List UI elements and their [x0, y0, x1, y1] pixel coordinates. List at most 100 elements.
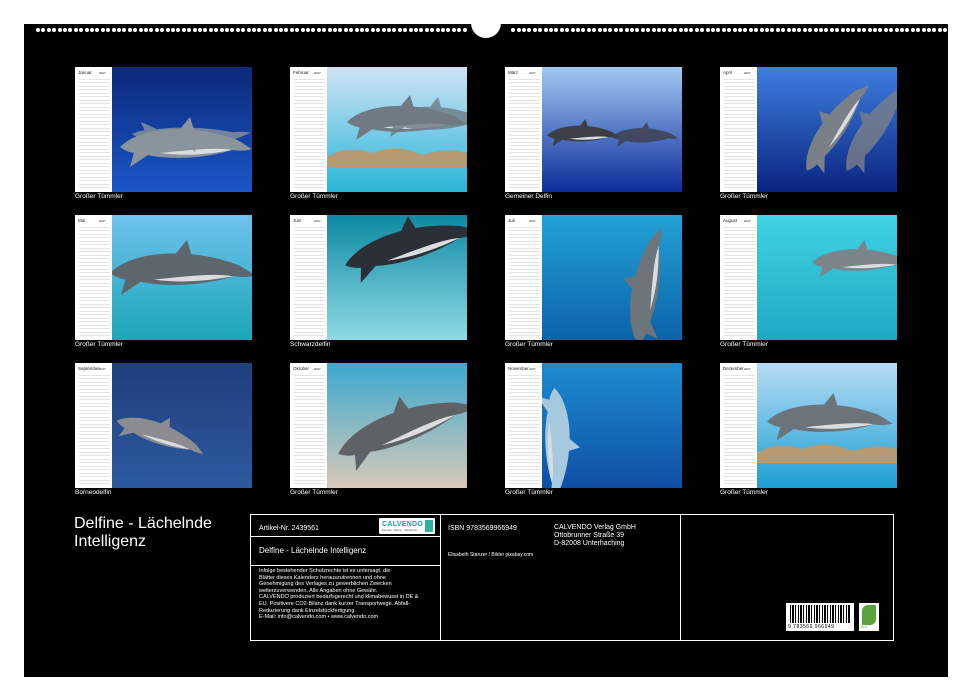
binding-hole [230, 28, 235, 32]
binding-hole [883, 28, 888, 32]
dolphin-photo [542, 215, 682, 340]
dolphin-shape [382, 97, 467, 138]
binding-hole [46, 28, 51, 32]
binding-hole [597, 28, 602, 32]
binding-hole [154, 28, 159, 32]
binding-hole [921, 28, 926, 32]
binding-hole [894, 28, 899, 32]
binding-hole [867, 28, 872, 32]
divider [440, 515, 441, 640]
binding-hole [932, 28, 937, 32]
eco-badge: eco [859, 603, 879, 631]
binding-hole [203, 28, 208, 32]
month-year: 2027 [744, 367, 751, 371]
dolphin-shape [612, 122, 678, 147]
month-year: 2027 [529, 219, 536, 223]
binding-hole [721, 28, 726, 32]
month-page-9: September 2027 [75, 363, 252, 488]
binding-hole [603, 28, 607, 32]
barcode: 9 783569 966949 [786, 603, 854, 631]
legal-line: Infolge bestehender Schutzrechte ist es … [259, 568, 391, 574]
dolphin-shape [338, 396, 467, 471]
binding-hole [90, 28, 94, 32]
photo-caption: Großer Tümmler [75, 341, 123, 348]
binding-hole [171, 28, 175, 32]
binding-hole [208, 28, 213, 32]
binding-hole [68, 28, 73, 32]
binding-hole [225, 28, 229, 32]
month-name: Mai [78, 218, 86, 223]
binding-hole [613, 28, 618, 32]
binding-hole [743, 28, 748, 32]
photo-caption: Großer Tümmler [75, 193, 123, 200]
binding-hole [268, 28, 273, 32]
binding-hole [376, 28, 381, 32]
binding-hole [678, 28, 683, 32]
dolphin-photo [327, 363, 467, 488]
calendar-day-list: Februar 2027 [290, 67, 327, 192]
binding-hole [365, 28, 370, 32]
binding-hole [295, 28, 300, 32]
month-page-10: Oktober 2027 [290, 363, 467, 488]
binding-hole [851, 28, 856, 32]
binding-hole [300, 28, 305, 32]
binding-hole [41, 28, 46, 32]
photo-caption: Schwarzdelfin [290, 341, 331, 348]
binding-hole [149, 28, 154, 32]
publisher-name: CALVENDO Verlag GmbH [554, 524, 636, 531]
month-year: 2027 [529, 71, 536, 75]
binding-hole [214, 28, 219, 32]
binding-hole [289, 28, 294, 32]
binding-hole [738, 28, 742, 32]
binding-hole [889, 28, 894, 32]
binding-hole [284, 28, 289, 32]
binding-hole [905, 28, 910, 32]
binding-hole [430, 28, 435, 32]
binding-hole [846, 28, 850, 32]
binding-hole [360, 28, 364, 32]
binding-hole [765, 28, 769, 32]
calendar-day-list: Juni 2027 [290, 215, 327, 340]
binding-hole [754, 28, 759, 32]
binding-hole [462, 28, 467, 32]
binding-hole [419, 28, 424, 32]
binding-hole [711, 28, 715, 32]
binding-hole [824, 28, 829, 32]
binding-hole [52, 28, 57, 32]
dolphin-photo [112, 363, 252, 488]
binding-hole [792, 28, 796, 32]
binding-hole [549, 28, 553, 32]
binding-hole [732, 28, 737, 32]
binding-hole [257, 28, 262, 32]
binding-hole [608, 28, 613, 32]
binding-hole [408, 28, 413, 32]
binding-hole [727, 28, 732, 32]
month-name: September [78, 366, 101, 371]
binding-hole [592, 28, 597, 32]
binding-hole [559, 28, 564, 32]
binding-hole [414, 28, 418, 32]
binding-hole [808, 28, 813, 32]
binding-hole [619, 28, 624, 32]
month-name: Januar [78, 70, 92, 75]
binding-hole [630, 28, 634, 32]
dolphin-photo [757, 215, 897, 340]
month-year: 2027 [744, 71, 751, 75]
month-page-5: Mai 2027 [75, 215, 252, 340]
dolphin-photo [327, 215, 467, 340]
dolphin-photo [537, 363, 682, 488]
binding-hole [424, 28, 429, 32]
binding-hole [862, 28, 867, 32]
binding-hole [343, 28, 348, 32]
calendar-title: Delfine - Lächelnde Intelligenz [74, 515, 212, 550]
month-year: 2027 [314, 219, 321, 223]
photo-caption: Großer Tümmler [505, 489, 553, 496]
binding-hole [117, 28, 121, 32]
binding-hole [927, 28, 931, 32]
calendar-day-list: November 2027 [505, 363, 542, 488]
binding-hole [684, 28, 688, 32]
binding-hole [235, 28, 240, 32]
rocks [327, 148, 467, 167]
month-page-1: Januar 2027 [75, 67, 252, 192]
calendar-day-list: September 2027 [75, 363, 112, 488]
